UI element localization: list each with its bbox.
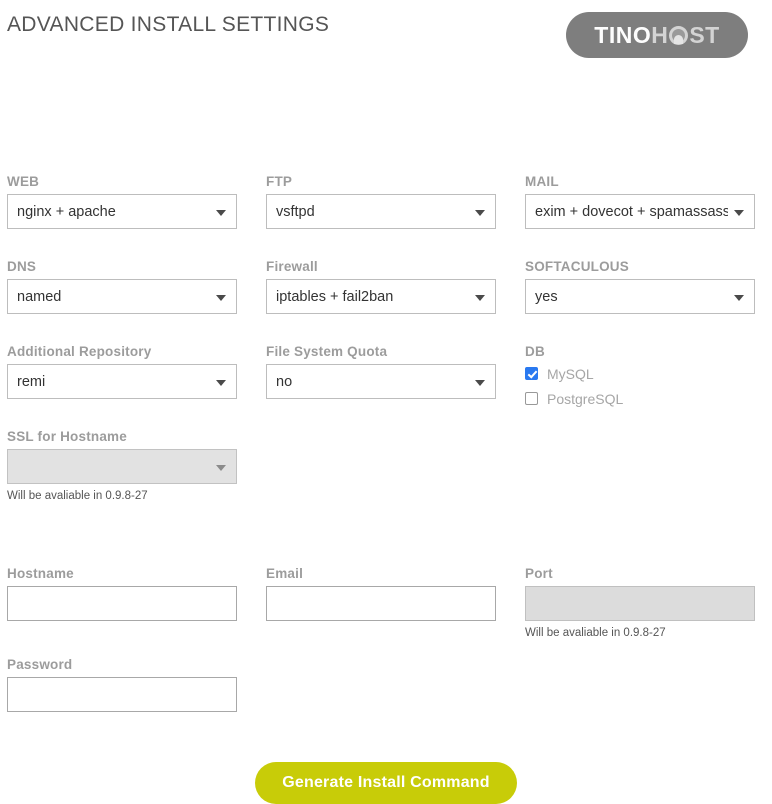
field-hostname: Hostname [7,566,237,639]
form-row-ssl: SSL for Hostname Will be avaliable in 0.… [0,429,772,502]
checkbox-row-postgresql[interactable]: PostgreSQL [525,389,755,408]
port-input [525,586,755,621]
form-row-network: DNS named Firewall iptables + fail2ban S… [0,259,772,314]
label-email: Email [266,566,304,581]
label-dns: DNS [7,259,37,274]
field-mail: MAIL exim + dovecot + spamassassin [525,174,755,229]
form-row-extras: Additional Repository remi File System Q… [0,344,772,414]
select-mail-value: exim + dovecot + spamassassin [535,204,728,220]
password-field[interactable] [7,677,237,712]
select-ssl-for-hostname-value [17,450,210,485]
label-port: Port [525,566,553,581]
note-ssl-for-hostname: Will be avaliable in 0.9.8-27 [7,490,148,502]
label-hostname: Hostname [7,566,74,581]
select-mail[interactable]: exim + dovecot + spamassassin [525,194,755,229]
label-additional-repository: Additional Repository [7,344,152,359]
form-row-password: Password [0,657,772,712]
generate-install-command-button[interactable]: Generate Install Command [255,762,517,804]
field-additional-repository: Additional Repository remi [7,344,237,414]
select-firewall-value: iptables + fail2ban [276,289,394,305]
select-file-system-quota[interactable]: no [266,364,496,399]
form-actions: Generate Install Command [0,762,772,804]
form-row-identity: Hostname Email Port Will be avaliable in… [0,566,772,639]
field-ssl-spacer-middle [266,429,496,502]
hostname-input[interactable] [7,586,237,621]
email-field[interactable] [266,586,496,621]
checkbox-mysql-label: MySQL [547,365,594,382]
checkbox-row-mysql[interactable]: MySQL [525,364,755,383]
select-additional-repository[interactable]: remi [7,364,237,399]
chevron-down-icon [475,380,485,386]
checkbox-postgresql-label: PostgreSQL [547,390,624,407]
select-softaculous[interactable]: yes [525,279,755,314]
field-ssl-spacer-right [525,429,755,502]
select-web[interactable]: nginx + apache [7,194,237,229]
note-port: Will be avaliable in 0.9.8-27 [525,627,666,639]
field-file-system-quota: File System Quota no [266,344,496,414]
field-password-spacer-middle [266,657,496,712]
label-ssl-for-hostname: SSL for Hostname [7,429,127,444]
label-ftp: FTP [266,174,293,189]
select-softaculous-value: yes [535,289,558,305]
label-web: WEB [7,174,40,189]
chevron-down-icon [734,295,744,301]
label-firewall: Firewall [266,259,318,274]
chevron-down-icon [216,380,226,386]
tinohost-logo: TINO H ST [566,12,748,58]
select-ftp[interactable]: vsftpd [266,194,496,229]
checkbox-postgresql[interactable] [525,392,538,405]
select-additional-repository-value: remi [17,374,46,390]
page-header: ADVANCED INSTALL SETTINGS TINO H ST [0,0,772,70]
select-dns-value: named [17,289,62,305]
page-title: ADVANCED INSTALL SETTINGS [7,13,330,36]
chevron-down-icon [475,295,485,301]
select-file-system-quota-value: no [276,374,293,390]
field-port: Port Will be avaliable in 0.9.8-27 [525,566,755,639]
chevron-down-icon [734,210,744,216]
field-password-spacer-right [525,657,755,712]
logo-text-st: ST [689,21,720,48]
select-web-value: nginx + apache [17,204,116,220]
select-dns[interactable]: named [7,279,237,314]
chevron-down-icon [216,210,226,216]
field-ftp: FTP vsftpd [266,174,496,229]
chevron-down-icon [216,465,226,471]
field-softaculous: SOFTACULOUS yes [525,259,755,314]
label-softaculous: SOFTACULOUS [525,259,629,274]
select-firewall[interactable]: iptables + fail2ban [266,279,496,314]
form-row-services: WEB nginx + apache FTP vsftpd MAIL exim … [0,174,772,229]
label-file-system-quota: File System Quota [266,344,388,359]
field-ssl-for-hostname: SSL for Hostname Will be avaliable in 0.… [7,429,237,502]
field-dns: DNS named [7,259,237,314]
field-db: DB MySQL PostgreSQL [525,344,755,414]
chevron-down-icon [216,295,226,301]
checkbox-mysql[interactable] [525,367,538,380]
select-ssl-for-hostname [7,449,237,484]
label-password: Password [7,657,73,672]
field-web: WEB nginx + apache [7,174,237,229]
field-email: Email [266,566,496,639]
field-firewall: Firewall iptables + fail2ban [266,259,496,314]
select-ftp-value: vsftpd [276,204,315,220]
field-password: Password [7,657,237,712]
logo-wordmark: TINO H ST [594,22,719,49]
logo-text-h: H [651,21,669,48]
chevron-down-icon [475,210,485,216]
logo-text-tino: TINO [594,21,652,48]
label-db: DB [525,344,545,359]
globe-icon [669,25,689,45]
label-mail: MAIL [525,174,559,189]
